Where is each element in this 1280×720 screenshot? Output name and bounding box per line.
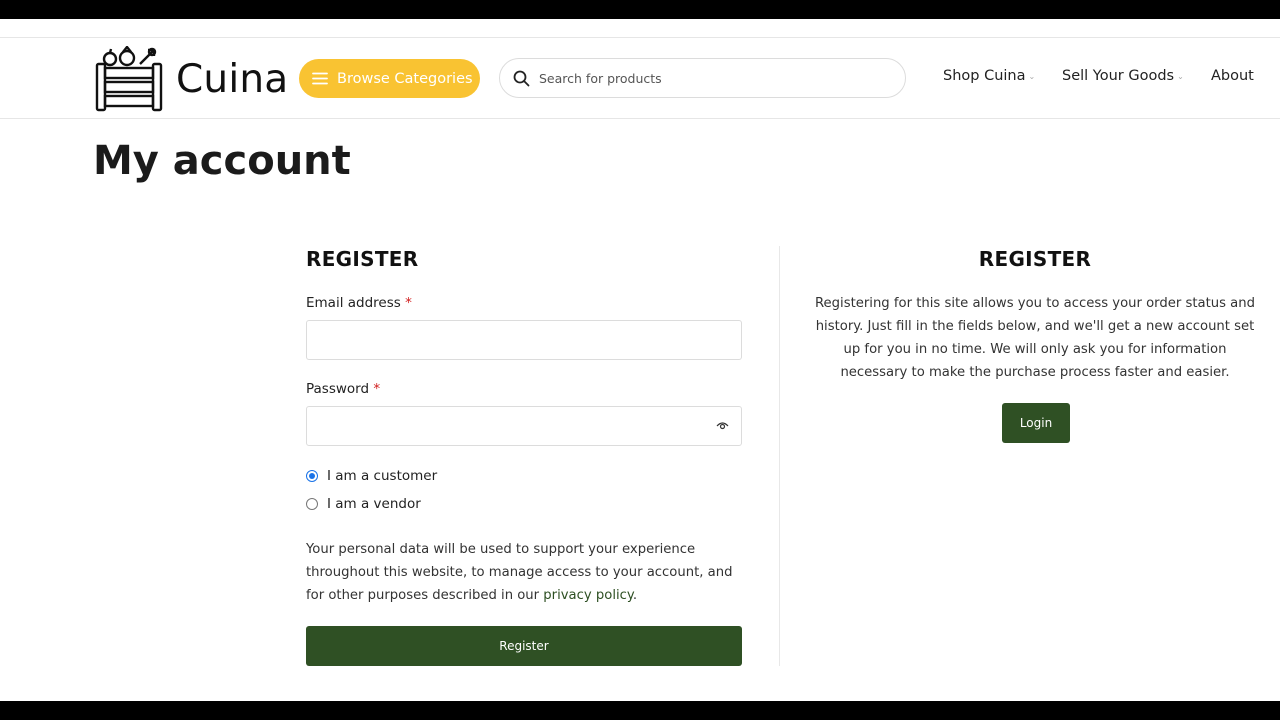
chevron-down-icon: ⌄ xyxy=(1177,71,1184,81)
search-icon xyxy=(513,70,530,86)
register-info-heading: REGISTER xyxy=(978,247,1092,271)
role-customer-radio[interactable] xyxy=(306,470,318,482)
privacy-notice: Your personal data will be used to suppo… xyxy=(306,538,742,607)
browse-categories-label: Browse Categories xyxy=(337,70,473,87)
password-label-text: Password xyxy=(306,381,370,397)
nav-shop-cuina[interactable]: Shop Cuina ⌄ xyxy=(943,68,1035,84)
column-divider xyxy=(779,246,780,666)
email-label-text: Email address xyxy=(306,295,401,311)
register-button[interactable]: Register xyxy=(306,626,742,666)
page-title: My account xyxy=(93,138,351,184)
show-password-icon[interactable] xyxy=(716,420,729,431)
nav-about[interactable]: About xyxy=(1211,68,1254,84)
register-form-heading: REGISTER xyxy=(306,247,419,271)
nav-sell-your-goods-label: Sell Your Goods xyxy=(1062,68,1175,84)
login-button[interactable]: Login xyxy=(1002,403,1070,443)
register-button-label: Register xyxy=(499,639,549,653)
role-customer-option[interactable]: I am a customer xyxy=(306,468,437,484)
register-info-text: Registering for this site allows you to … xyxy=(814,296,1255,380)
site-header: Cuina Browse Categories Shop Cuina ⌄ Sel… xyxy=(0,37,1280,119)
privacy-end: . xyxy=(632,588,638,603)
register-info: REGISTER Registering for this site allow… xyxy=(812,246,1258,443)
search-bar xyxy=(499,58,906,98)
required-mark: * xyxy=(405,295,412,311)
email-field-wrapper xyxy=(306,320,742,360)
email-label: Email address * xyxy=(306,295,412,311)
nav-sell-your-goods[interactable]: Sell Your Goods ⌄ xyxy=(1062,68,1184,84)
required-mark: * xyxy=(373,381,381,397)
role-vendor-radio[interactable] xyxy=(306,498,318,510)
bottom-black-bar xyxy=(0,701,1280,720)
logo-text: Cuina xyxy=(176,56,289,102)
nav-shop-cuina-label: Shop Cuina xyxy=(943,68,1026,84)
menu-icon xyxy=(312,72,328,85)
role-vendor-option[interactable]: I am a vendor xyxy=(306,496,421,512)
nav-about-label: About xyxy=(1211,68,1254,84)
privacy-text: Your personal data will be used to suppo… xyxy=(306,542,733,603)
role-customer-label: I am a customer xyxy=(327,468,438,484)
login-button-label: Login xyxy=(1019,416,1053,430)
crate-logo-icon xyxy=(95,46,163,112)
site-logo[interactable]: Cuina xyxy=(94,45,288,113)
email-field[interactable] xyxy=(307,321,741,359)
top-black-bar xyxy=(0,0,1280,19)
role-vendor-label: I am a vendor xyxy=(327,496,421,512)
search-input[interactable] xyxy=(539,70,879,86)
chevron-down-icon: ⌄ xyxy=(1028,71,1036,81)
password-field[interactable] xyxy=(307,407,741,445)
password-field-wrapper xyxy=(306,406,742,446)
password-label: Password * xyxy=(306,381,380,397)
privacy-policy-link[interactable]: privacy policy xyxy=(543,588,633,603)
browse-categories-button[interactable]: Browse Categories xyxy=(299,59,480,98)
